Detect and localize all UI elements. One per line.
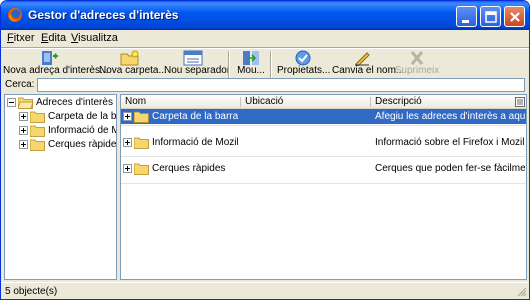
list-row[interactable]: Informació de Mozilla i ... Informació s… — [121, 135, 526, 150]
new-separator-label: Nou separador — [164, 65, 231, 76]
tree-item-toolbar-folder[interactable]: Carpeta de la barra d'... — [5, 110, 116, 124]
expand-toggle[interactable] — [123, 138, 132, 147]
row-description: Informació sobre el Firefox i Mozilla. — [375, 137, 525, 148]
menu-edit[interactable]: Edita — [41, 32, 66, 44]
column-header-location[interactable]: Ubicació — [245, 96, 283, 107]
search-bar: Cerca: — [1, 77, 529, 93]
folder-icon — [30, 125, 45, 137]
toolbar-separator-2 — [270, 51, 272, 78]
folder-icon — [134, 163, 149, 175]
search-input[interactable] — [37, 78, 525, 92]
properties-icon — [295, 50, 311, 66]
column-header-name[interactable]: Nom — [125, 96, 146, 107]
close-icon — [510, 12, 520, 22]
new-bookmark-label: Nova adreça d'interès... — [3, 65, 109, 76]
row-name: Carpeta de la barra d'... — [152, 111, 238, 122]
firefox-icon — [8, 8, 22, 22]
maximize-button[interactable] — [480, 6, 501, 27]
move-label: Mou... — [237, 65, 265, 76]
column-divider[interactable] — [370, 97, 371, 107]
tree-label-toolbar-folder: Carpeta de la barra d'... — [48, 111, 117, 122]
delete-label: Suprimeix — [394, 65, 440, 76]
expand-toggle[interactable] — [19, 140, 28, 149]
title-bar[interactable]: Gestor d'adreces d'interès — [1, 1, 529, 30]
close-button[interactable] — [504, 6, 525, 27]
new-bookmark-button[interactable]: Nova adreça d'interès... — [3, 49, 109, 79]
move-button[interactable]: Mou... — [235, 49, 267, 79]
row-name: Cerques ràpides — [152, 163, 226, 174]
window-title: Gestor d'adreces d'interès — [28, 8, 179, 22]
delete-button[interactable]: Suprimeix — [394, 49, 440, 79]
minimize-button[interactable] — [456, 6, 477, 27]
tree-item-mozilla-info[interactable]: Informació de Mozilla i ... — [5, 124, 116, 138]
expand-toggle[interactable] — [19, 126, 28, 135]
folder-icon — [30, 139, 45, 151]
new-folder-label: Nova carpeta... — [99, 65, 167, 76]
column-picker-icon[interactable] — [515, 97, 525, 107]
new-separator-icon — [183, 50, 203, 66]
menu-file[interactable]: Fitxer — [7, 32, 35, 44]
expand-toggle[interactable] — [123, 112, 132, 121]
row-gridline — [121, 125, 526, 126]
maximize-icon — [485, 11, 497, 23]
column-divider[interactable] — [240, 97, 241, 107]
collapse-toggle[interactable] — [7, 98, 16, 107]
rename-button[interactable]: Canvia el nom... — [332, 49, 405, 79]
row-name: Informació de Mozilla i ... — [152, 137, 238, 148]
folder-icon — [134, 111, 149, 123]
delete-icon — [410, 51, 424, 65]
properties-label: Propietats... — [277, 65, 331, 76]
bookmark-list[interactable]: Nom Ubicació Descripció Carpeta de la ba… — [120, 94, 527, 280]
list-row[interactable]: Carpeta de la barra d'... Afegiu les adr… — [121, 109, 526, 124]
new-folder-icon — [120, 50, 139, 66]
new-bookmark-icon — [42, 51, 58, 65]
search-label: Cerca: — [5, 79, 35, 90]
list-header: Nom Ubicació Descripció — [121, 95, 526, 109]
toolbar-separator — [228, 51, 230, 78]
list-row[interactable]: Cerques ràpides Cerques que poden fer-se… — [121, 161, 526, 176]
row-gridline — [121, 183, 526, 184]
tree-label-mozilla-info: Informació de Mozilla i ... — [48, 125, 116, 136]
status-text: 5 objecte(s) — [5, 286, 58, 297]
folder-icon — [134, 137, 149, 149]
row-description: Afegiu les adreces d'interès a aque... — [375, 111, 525, 122]
toolbar: Nova adreça d'interès... Nova carpeta...… — [1, 49, 529, 79]
column-header-description[interactable]: Descripció — [375, 96, 422, 107]
tree-item-quick-searches[interactable]: Cerques ràpides — [5, 138, 116, 152]
tree-label-quick-searches: Cerques ràpides — [48, 139, 117, 150]
new-folder-button[interactable]: Nova carpeta... — [99, 49, 167, 79]
minimize-icon — [462, 20, 469, 23]
open-folder-icon — [18, 97, 34, 109]
status-bar: 5 objecte(s) — [1, 282, 529, 299]
new-separator-button[interactable]: Nou separador — [164, 49, 231, 79]
row-description: Cerques que poden fer-se fàcilmen... — [375, 163, 525, 174]
rename-label: Canvia el nom... — [332, 65, 405, 76]
tree-item-root[interactable]: Adreces d'interès — [5, 96, 116, 110]
bookmarks-manager-window: Gestor d'adreces d'interès Fitxer Edita … — [0, 0, 530, 300]
expand-toggle[interactable] — [123, 164, 132, 173]
folder-tree[interactable]: Adreces d'interès Carpeta de la barra d'… — [4, 94, 117, 280]
menu-bar: Fitxer Edita Visualitza — [1, 30, 529, 48]
properties-button[interactable]: Propietats... — [277, 49, 331, 79]
menu-view[interactable]: Visualitza — [71, 32, 118, 44]
move-icon — [243, 51, 259, 65]
row-gridline — [121, 156, 526, 157]
folder-icon — [30, 111, 45, 123]
resize-grip-icon[interactable] — [516, 286, 527, 297]
tree-label-root: Adreces d'interès — [36, 97, 113, 108]
rename-icon — [355, 52, 370, 66]
expand-toggle[interactable] — [19, 112, 28, 121]
